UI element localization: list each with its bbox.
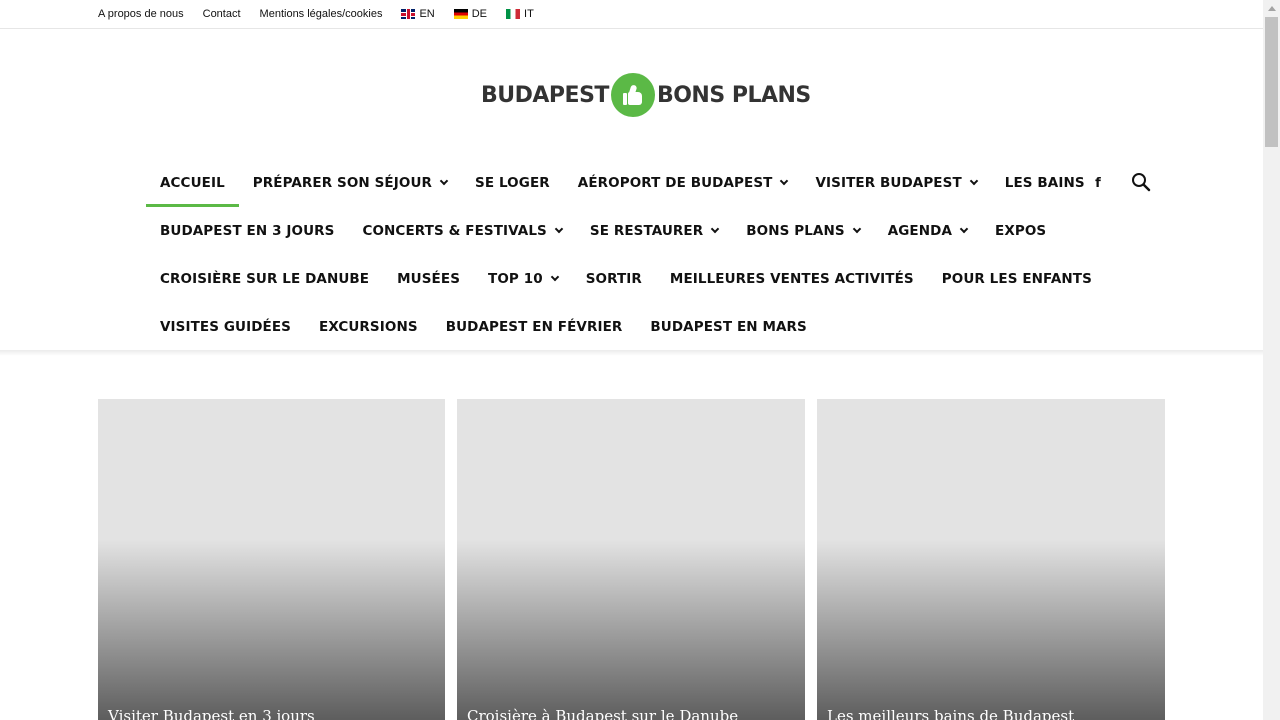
card-title[interactable]: Croisière à Budapest sur le Danube — [467, 707, 738, 720]
main-nav: ACCUEIL PRÉPARER SON SÉJOUR SE LOGER AÉR… — [146, 159, 1092, 351]
top-bar-links: A propos de nous Contact Mentions légale… — [98, 0, 553, 28]
nav-label: LES BAINS — [1004, 175, 1085, 191]
about-link[interactable]: A propos de nous — [98, 8, 184, 20]
nav-row-3: CROISIÈRE SUR LE DANUBE MUSÉES TOP 10 SO… — [146, 255, 1092, 303]
featured-card-1[interactable]: Visiter Budapest en 3 jours — [98, 399, 445, 720]
nav-item-3-jours[interactable]: BUDAPEST EN 3 JOURS — [146, 207, 348, 255]
nav-item-restaurer[interactable]: SE RESTAURER — [576, 207, 732, 255]
nav-label: VISITER BUDAPEST — [815, 175, 962, 191]
nav-label: AÉROPORT DE BUDAPEST — [577, 175, 773, 191]
nav-item-sortir[interactable]: SORTIR — [572, 255, 656, 303]
nav-item-bains[interactable]: LES BAINS — [991, 159, 1099, 207]
card-gradient — [98, 539, 445, 720]
card-gradient — [457, 539, 805, 720]
card-title[interactable]: Visiter Budapest en 3 jours — [108, 707, 315, 720]
contact-link[interactable]: Contact — [203, 8, 241, 20]
nav-label: PRÉPARER SON SÉJOUR — [252, 175, 433, 191]
chevron-down-icon — [439, 176, 449, 186]
nav-item-visiter[interactable]: VISITER BUDAPEST — [801, 159, 990, 207]
legal-link[interactable]: Mentions légales/cookies — [260, 8, 383, 20]
top-bar: A propos de nous Contact Mentions légale… — [0, 0, 1263, 29]
nav-row-4: VISITES GUIDÉES EXCURSIONS BUDAPEST EN F… — [146, 303, 1076, 351]
chevron-down-icon — [554, 224, 564, 234]
nav-item-preparer[interactable]: PRÉPARER SON SÉJOUR — [239, 159, 461, 207]
nav-item-croisiere[interactable]: CROISIÈRE SUR LE DANUBE — [146, 255, 383, 303]
scrollbar-thumb[interactable] — [1265, 17, 1278, 147]
nav-label: SE RESTAURER — [589, 223, 704, 239]
lang-it-link[interactable]: IT — [506, 8, 534, 20]
chevron-down-icon — [780, 176, 789, 186]
featured-card-3[interactable]: Les meilleurs bains de Budapest — [817, 399, 1165, 720]
card-gradient — [817, 539, 1165, 720]
lang-it-label: IT — [524, 8, 534, 20]
chevron-down-icon — [710, 224, 720, 234]
nav-label: SORTIR — [585, 271, 642, 287]
nav-label: SE LOGER — [475, 175, 550, 191]
italy-flag-icon — [506, 9, 521, 19]
nav-label: AGENDA — [887, 223, 952, 239]
page-scrollbar[interactable] — [1263, 0, 1280, 720]
nav-item-aeroport[interactable]: AÉROPORT DE BUDAPEST — [564, 159, 802, 207]
nav-label: BUDAPEST EN 3 JOURS — [160, 223, 335, 239]
nav-item-excursions[interactable]: EXCURSIONS — [305, 303, 432, 351]
scroll-up-arrow-icon[interactable] — [1263, 0, 1280, 17]
nav-item-concerts[interactable]: CONCERTS & FESTIVALS — [348, 207, 575, 255]
nav-item-top-10[interactable]: TOP 10 — [474, 255, 572, 303]
nav-item-fevrier[interactable]: BUDAPEST EN FÉVRIER — [432, 303, 637, 351]
lang-de-link[interactable]: DE — [453, 8, 488, 20]
chevron-down-icon — [550, 272, 559, 282]
chevron-down-icon — [969, 176, 979, 186]
nav-item-musees[interactable]: MUSÉES — [383, 255, 474, 303]
nav-item-enfants[interactable]: POUR LES ENFANTS — [928, 255, 1106, 303]
nav-item-mars[interactable]: BUDAPEST EN MARS — [636, 303, 820, 351]
nav-label: ACCUEIL — [160, 175, 225, 191]
germany-flag-icon — [453, 9, 468, 19]
lang-en-label: EN — [419, 8, 435, 20]
card-title[interactable]: Les meilleurs bains de Budapest — [827, 707, 1074, 720]
facebook-icon[interactable]: f — [1090, 173, 1106, 193]
nav-label: EXCURSIONS — [319, 319, 418, 335]
nav-item-agenda[interactable]: AGENDA — [874, 207, 981, 255]
nav-item-expos[interactable]: EXPOS — [981, 207, 1060, 255]
featured-card-2[interactable]: Croisière à Budapest sur le Danube — [457, 399, 805, 720]
nav-item-visites-guidees[interactable]: VISITES GUIDÉES — [146, 303, 305, 351]
chevron-down-icon — [959, 224, 969, 234]
chevron-down-icon — [852, 224, 861, 234]
nav-item-bons-plans[interactable]: BONS PLANS — [732, 207, 873, 255]
nav-label: VISITES GUIDÉES — [160, 319, 292, 335]
nav-label: POUR LES ENFANTS — [941, 271, 1092, 287]
thumbs-up-icon — [610, 73, 655, 117]
lang-en-link[interactable]: EN — [401, 8, 435, 20]
search-icon[interactable] — [1130, 171, 1152, 193]
logo-text-left: BUDAPEST — [481, 82, 609, 108]
nav-label: MUSÉES — [397, 271, 461, 287]
header-divider — [0, 350, 1263, 356]
nav-item-se-loger[interactable]: SE LOGER — [461, 159, 564, 207]
nav-item-meilleures-ventes[interactable]: MEILLEURES VENTES ACTIVITÉS — [656, 255, 928, 303]
nav-row-2: BUDAPEST EN 3 JOURS CONCERTS & FESTIVALS… — [146, 207, 1076, 255]
logo-text-right: BONS PLANS — [656, 82, 811, 108]
nav-row-1: ACCUEIL PRÉPARER SON SÉJOUR SE LOGER AÉR… — [146, 159, 1085, 207]
nav-label: EXPOS — [995, 223, 1047, 239]
nav-label: CROISIÈRE SUR LE DANUBE — [160, 271, 370, 287]
nav-label: BONS PLANS — [746, 223, 845, 239]
nav-label: TOP 10 — [488, 271, 543, 287]
lang-de-label: DE — [471, 8, 488, 20]
nav-item-accueil[interactable]: ACCUEIL — [146, 159, 239, 207]
nav-label: BUDAPEST EN FÉVRIER — [445, 319, 623, 335]
nav-label: CONCERTS & FESTIVALS — [362, 223, 547, 239]
uk-flag-icon — [401, 9, 416, 19]
nav-label: BUDAPEST EN MARS — [650, 319, 807, 335]
nav-label: MEILLEURES VENTES ACTIVITÉS — [669, 271, 914, 287]
site-logo[interactable]: BUDAPEST BONS PLANS — [481, 72, 811, 118]
